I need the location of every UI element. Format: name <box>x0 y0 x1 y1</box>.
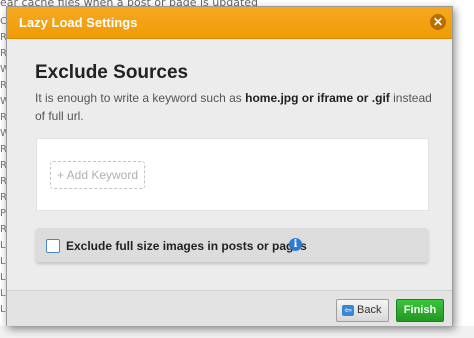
background-bottom <box>0 326 474 338</box>
close-icon[interactable]: ✕ <box>430 14 446 30</box>
section-title: Exclude Sources <box>35 62 189 83</box>
keyword-list-area: + Add Keyword <box>36 138 429 211</box>
finish-button[interactable]: Finish <box>396 299 444 322</box>
info-icon[interactable]: i <box>289 238 302 251</box>
dialog-footer: ⇦ Back Finish <box>7 290 452 326</box>
dialog-header: Lazy Load Settings ✕ <box>7 7 452 39</box>
add-keyword-button[interactable]: + Add Keyword <box>50 161 145 189</box>
description-keywords: home.jpg or iframe or .gif <box>245 91 390 105</box>
lazy-load-settings-dialog: Lazy Load Settings ✕ Exclude Sources It … <box>6 6 453 326</box>
description-part1: It is enough to write a keyword such as <box>35 91 246 105</box>
exclude-full-size-checkbox[interactable] <box>46 239 60 253</box>
exclude-full-size-label[interactable]: Exclude full size images in posts or pag… <box>66 239 307 253</box>
back-arrow-icon: ⇦ <box>342 305 354 316</box>
description-text: It is enough to write a keyword such as … <box>35 89 435 125</box>
exclude-full-size-option: Exclude full size images in posts or pag… <box>36 228 428 262</box>
dialog-title: Lazy Load Settings <box>19 15 138 30</box>
back-button[interactable]: ⇦ Back <box>336 299 389 322</box>
back-label: Back <box>357 304 382 316</box>
